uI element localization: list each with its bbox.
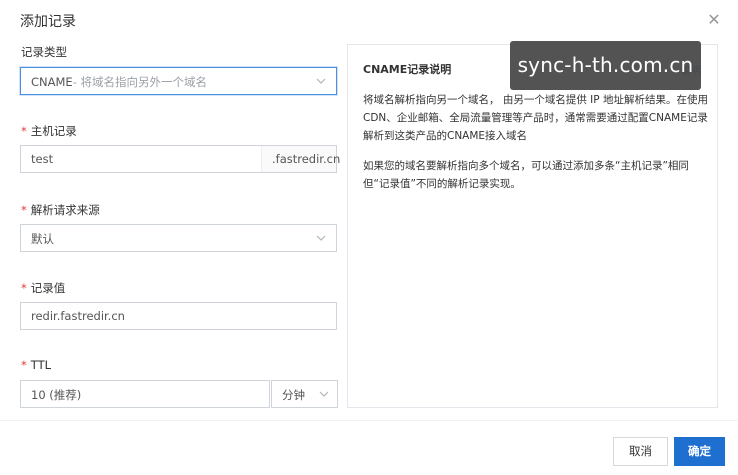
record-type-select[interactable]: CNAME- 将域名指向另外一个域名 [20,67,337,95]
host-record-label-text: 主机记录 [30,124,77,138]
ttl-input[interactable]: 10 (推荐) [31,387,81,403]
chevron-down-icon [316,78,326,84]
cancel-button[interactable]: 取消 [613,437,668,466]
host-record-label: * 主机记录 [21,123,77,139]
required-mark: * [21,203,27,217]
record-type-label: 记录类型 [21,44,67,60]
chevron-down-icon [316,235,326,241]
info-title: CNAME记录说明 [363,63,452,76]
record-value-label-text: 记录值 [30,281,66,295]
chevron-down-icon [319,391,329,397]
required-mark: * [21,281,27,295]
ttl-field[interactable]: 10 (推荐) 分钟 [20,380,338,408]
dialog-title: 添加记录 [20,14,76,30]
watermark-overlay: sync-h-th.com.cn [510,41,701,90]
ttl-label-text: TTL [30,358,52,372]
record-type-selected: CNAME [31,75,73,89]
info-paragraph-1: 将域名解析指向另一个域名， 由另一个域名提供 IP 地址解析结果。在使用CDN、… [363,94,708,142]
required-mark: * [21,124,27,138]
ttl-unit-select[interactable]: 分钟 [271,380,338,408]
resolve-source-value: 默认 [31,232,54,246]
ttl-label: * TTL [21,358,51,372]
footer-divider [0,420,738,421]
confirm-button[interactable]: 确定 [674,437,725,466]
host-record-field[interactable]: test .fastredir.cn [20,145,340,173]
host-record-input[interactable]: test [31,152,53,166]
record-type-hint: - 将域名指向另外一个域名 [72,75,207,89]
record-value-label: * 记录值 [21,280,65,296]
record-type-label-text: 记录类型 [21,45,67,59]
cname-info-panel: CNAME记录说明 说明 将域名解析指向另一个域名， 由另一个域名提供 IP 地… [347,44,718,408]
record-type-value: CNAME- 将域名指向另外一个域名 [31,74,207,90]
record-value-field[interactable]: redir.fastredir.cn [20,302,337,330]
ttl-unit-value: 分钟 [282,388,305,402]
resolve-source-label: * 解析请求来源 [21,202,100,218]
close-icon[interactable]: ✕ [705,11,723,29]
required-mark: * [21,358,27,372]
info-paragraph-2: 如果您的域名要解析指向多个域名，可以通过添加多条“主机记录”相同但“记录值”不同… [363,160,689,190]
host-record-suffix: .fastredir.cn [261,146,340,172]
resolve-source-select[interactable]: 默认 [20,224,337,252]
resolve-source-label-text: 解析请求来源 [30,203,100,217]
record-value-input[interactable]: redir.fastredir.cn [31,309,125,323]
